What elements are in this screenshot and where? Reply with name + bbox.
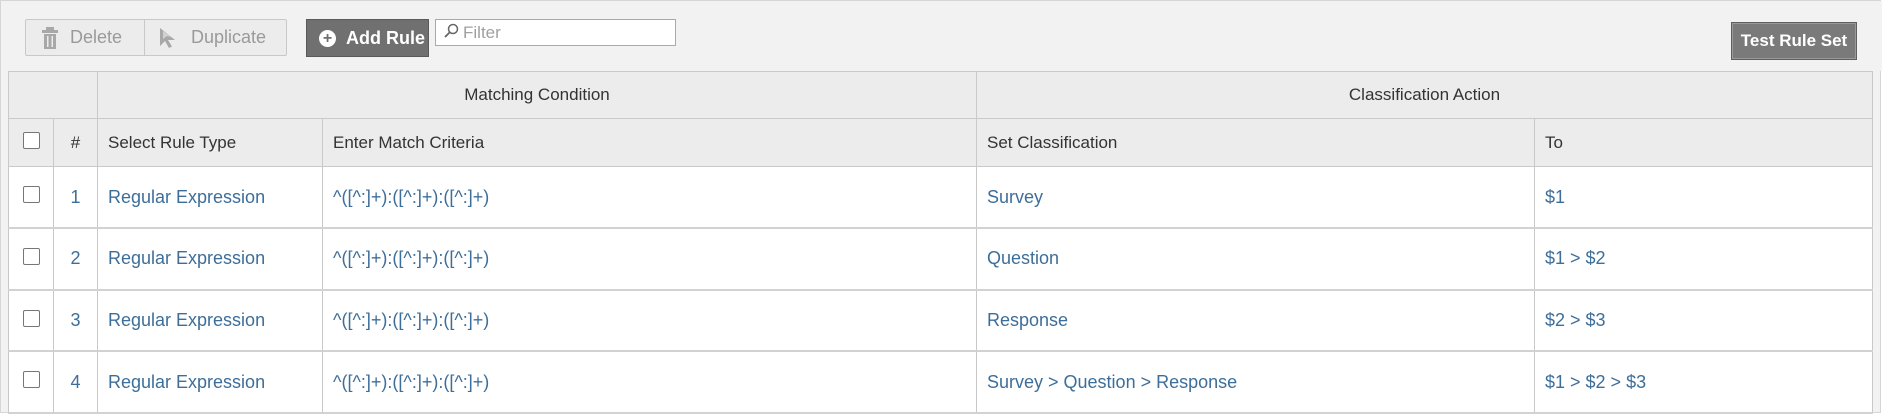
plus-circle-icon: +	[319, 29, 336, 47]
row-select-cell	[8, 166, 54, 229]
duplicate-button-label: Duplicate	[191, 27, 267, 47]
rule-type-link[interactable]: Regular Expression	[97, 166, 323, 229]
match-criteria-link[interactable]: ^([^:]+):([^:]+):([^:]+)	[322, 227, 977, 291]
match-criteria-link[interactable]: ^([^:]+):([^:]+):([^:]+)	[322, 289, 977, 352]
set-classification-link[interactable]: Survey	[976, 166, 1535, 229]
to-link[interactable]: $1 > $2 > $3	[1534, 350, 1873, 414]
column-header-number: #	[53, 118, 98, 167]
to-link[interactable]: $1	[1534, 166, 1873, 229]
group-header-row: Matching Condition Classification Action	[8, 71, 1873, 119]
column-header-rule-type: Select Rule Type	[97, 118, 323, 167]
table-row: 3 Regular Expression ^([^:]+):([^:]+):([…	[8, 289, 1873, 352]
to-link[interactable]: $2 > $3	[1534, 289, 1873, 352]
column-header-row: # Select Rule Type Enter Match Criteria …	[8, 118, 1873, 167]
duplicate-cursor-icon	[159, 27, 179, 49]
delete-button-label: Delete	[70, 27, 123, 47]
set-classification-link[interactable]: Question	[976, 227, 1535, 291]
match-criteria-link[interactable]: ^([^:]+):([^:]+):([^:]+)	[322, 166, 977, 229]
row-select-cell	[8, 227, 54, 291]
row-number: 1	[53, 166, 98, 229]
select-all-checkbox[interactable]	[22, 131, 40, 149]
row-checkbox[interactable]	[22, 309, 40, 327]
column-header-to: To	[1534, 118, 1873, 167]
edit-button-group: Delete Duplicate	[25, 19, 287, 56]
filter-input[interactable]	[463, 22, 663, 43]
row-checkbox[interactable]	[22, 371, 40, 389]
table-row: 1 Regular Expression ^([^:]+):([^:]+):([…	[8, 166, 1873, 229]
classification-action-header: Classification Action	[976, 71, 1873, 119]
row-number: 2	[53, 227, 98, 291]
test-rule-set-button[interactable]: Test Rule Set	[1731, 22, 1857, 60]
add-rule-button[interactable]: + Add Rule	[306, 19, 429, 57]
add-rule-label: Add Rule	[346, 27, 425, 48]
rules-table: Matching Condition Classification Action…	[8, 71, 1873, 414]
set-classification-link[interactable]: Response	[976, 289, 1535, 352]
column-header-set-classification: Set Classification	[976, 118, 1535, 167]
delete-button[interactable]: Delete	[26, 20, 145, 55]
rule-type-link[interactable]: Regular Expression	[97, 289, 323, 352]
group-header-spacer	[8, 71, 98, 119]
select-all-cell	[8, 118, 54, 167]
row-number: 4	[53, 350, 98, 414]
row-number: 3	[53, 289, 98, 352]
row-checkbox[interactable]	[22, 186, 40, 204]
trash-icon	[42, 26, 58, 49]
row-checkbox[interactable]	[22, 248, 40, 266]
table-row: 4 Regular Expression ^([^:]+):([^:]+):([…	[8, 350, 1873, 414]
rule-type-link[interactable]: Regular Expression	[97, 350, 323, 414]
match-criteria-link[interactable]: ^([^:]+):([^:]+):([^:]+)	[322, 350, 977, 414]
column-header-match-criteria: Enter Match Criteria	[322, 118, 977, 167]
table-row: 2 Regular Expression ^([^:]+):([^:]+):([…	[8, 227, 1873, 291]
matching-condition-header: Matching Condition	[97, 71, 977, 119]
row-select-cell	[8, 350, 54, 414]
rule-type-link[interactable]: Regular Expression	[97, 227, 323, 291]
set-classification-link[interactable]: Survey > Question > Response	[976, 350, 1535, 414]
duplicate-button[interactable]: Duplicate	[145, 20, 286, 55]
filter-field[interactable]	[435, 19, 676, 46]
search-icon	[444, 23, 459, 43]
row-select-cell	[8, 289, 54, 352]
rule-builder-panel: Delete Duplicate + Add Rule Filter Test …	[0, 0, 1882, 414]
toolbar: Delete Duplicate + Add Rule Filter Test …	[1, 1, 1882, 71]
to-link[interactable]: $1 > $2	[1534, 227, 1873, 291]
